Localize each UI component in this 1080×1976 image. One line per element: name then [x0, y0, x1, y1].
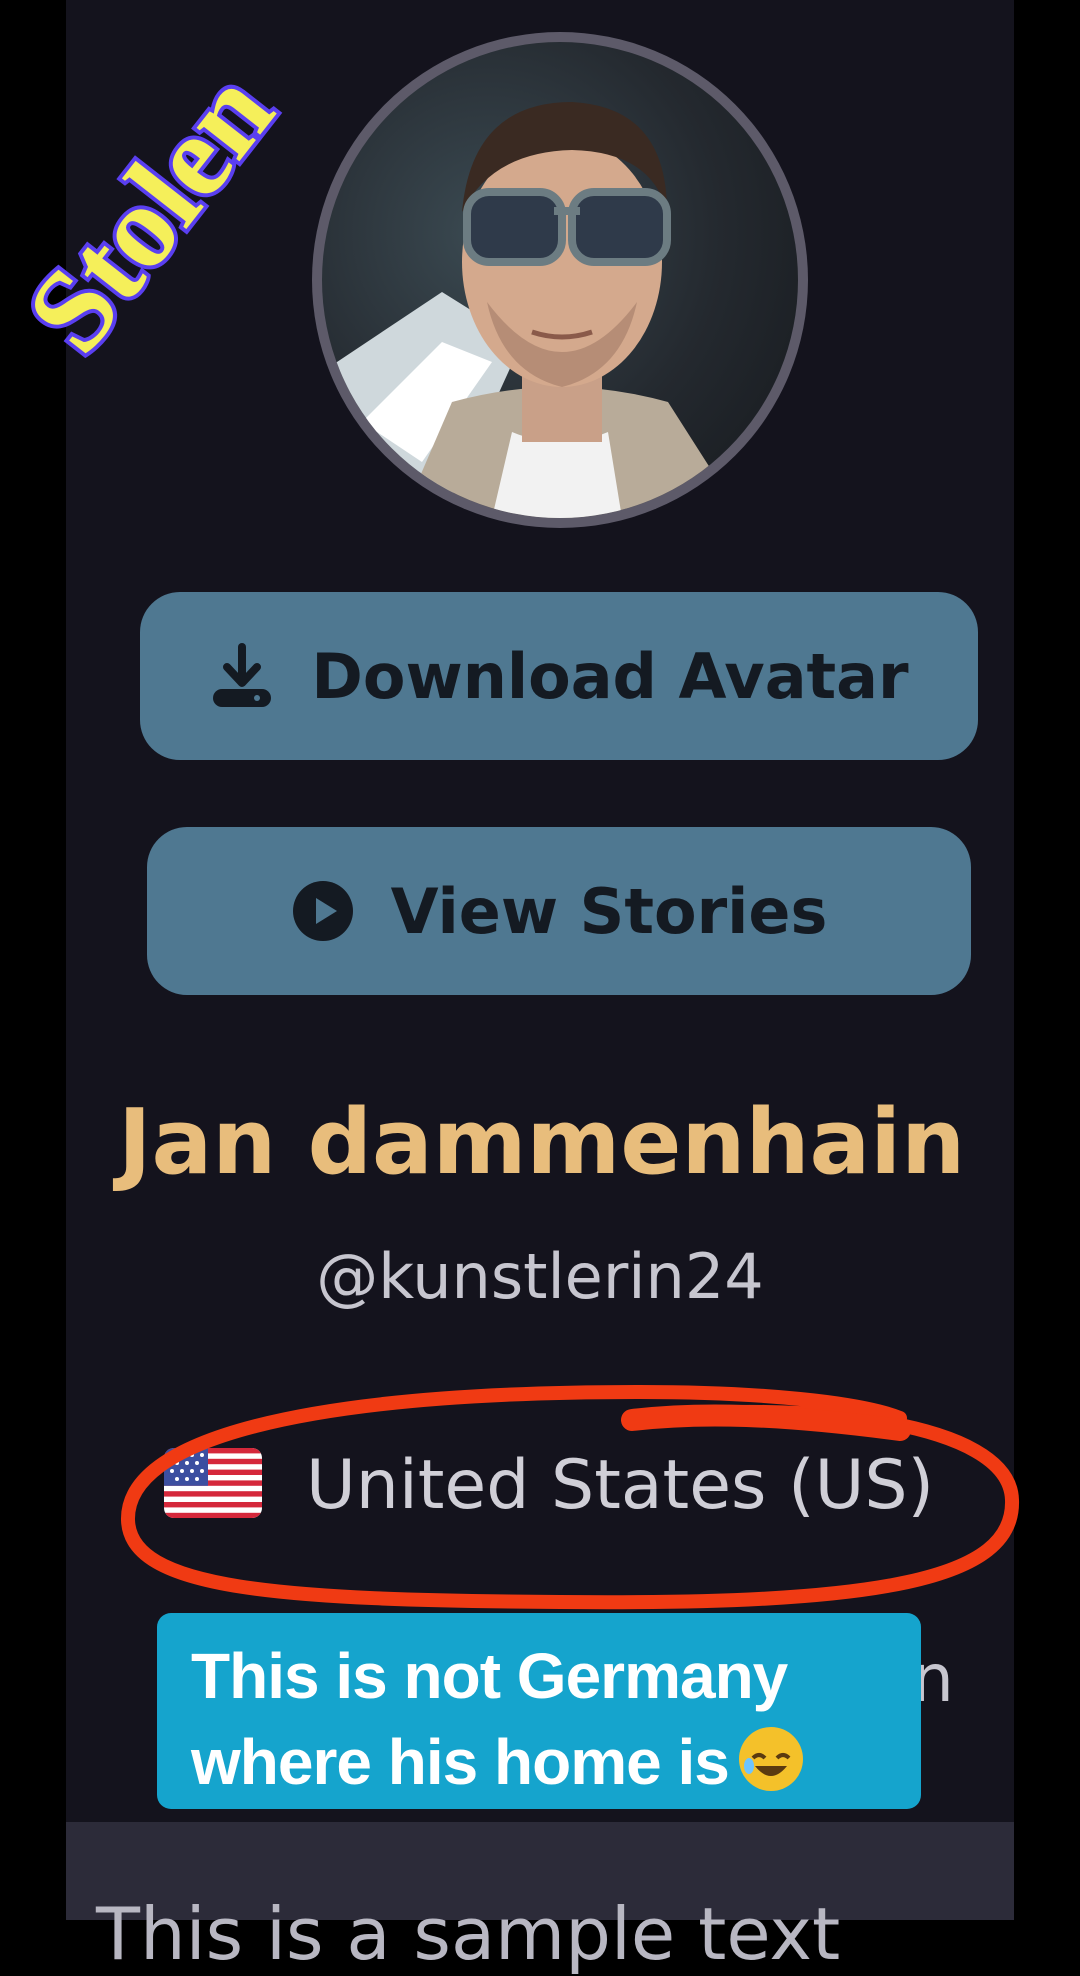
- bottom-partial-text: This is a sample text: [96, 1892, 841, 1976]
- caption-line-1: This is not Germany: [191, 1640, 788, 1712]
- us-flag-icon: [164, 1447, 262, 1523]
- download-avatar-button[interactable]: Download Avatar: [140, 592, 978, 760]
- caption-line-2-text: where his home is: [191, 1726, 730, 1798]
- display-name: Jan dammenhain: [118, 1090, 966, 1195]
- view-stories-label: View Stories: [390, 874, 828, 948]
- caption-line-2: where his home is: [191, 1719, 891, 1805]
- download-avatar-label: Download Avatar: [311, 639, 909, 713]
- view-stories-button[interactable]: View Stories: [147, 827, 971, 995]
- avatar[interactable]: [312, 32, 808, 528]
- country-label: United States (US): [306, 1445, 935, 1525]
- play-circle-icon: [291, 879, 355, 943]
- caption-box: This is not Germany where his home is: [157, 1613, 921, 1809]
- laughing-emoji-icon: [738, 1727, 803, 1791]
- download-icon: [209, 643, 275, 709]
- username: @kunstlerin24: [316, 1240, 764, 1313]
- country-row: United States (US): [164, 1440, 934, 1530]
- avatar-image: [322, 42, 798, 518]
